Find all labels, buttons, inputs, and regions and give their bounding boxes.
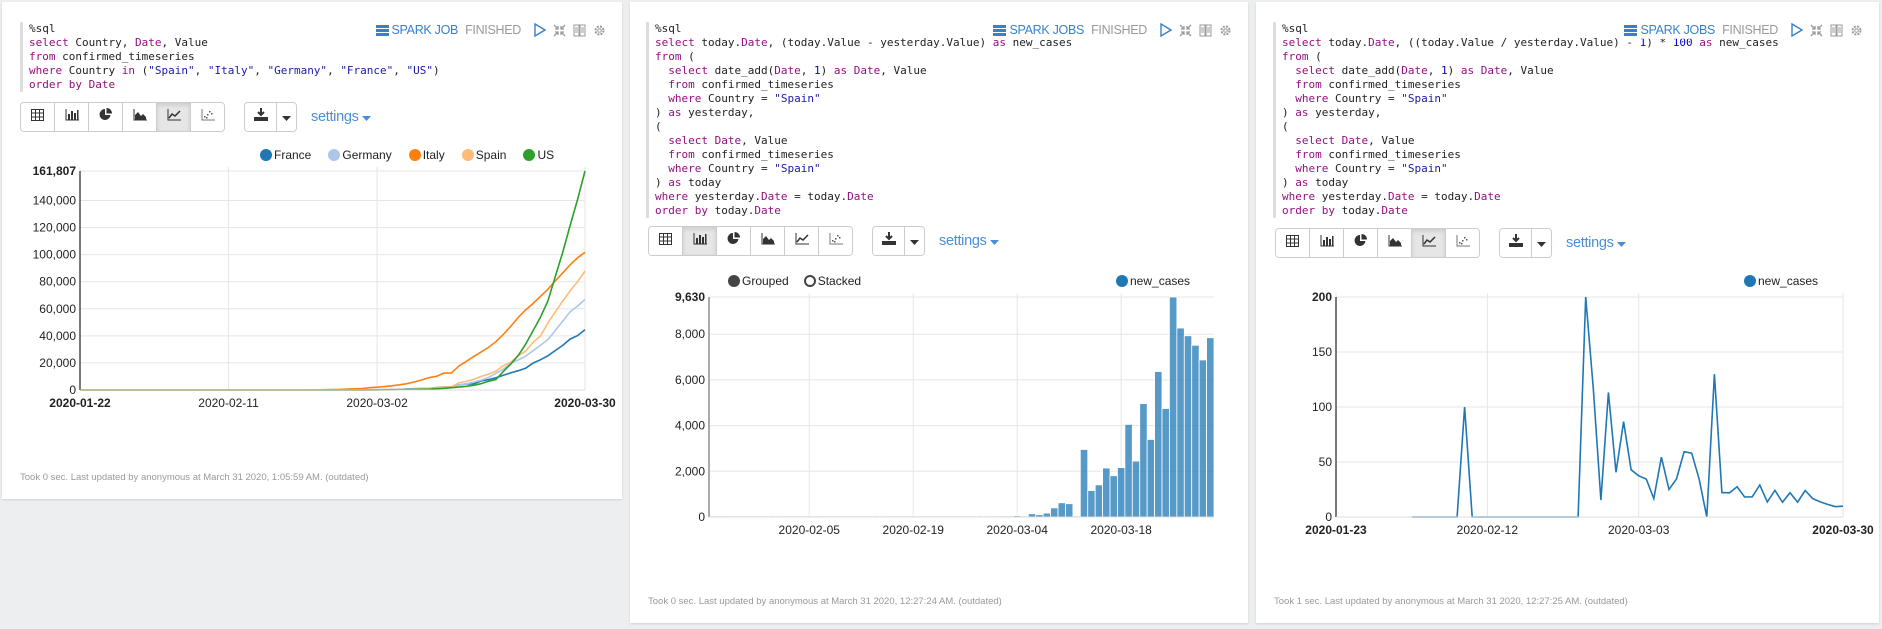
bar	[1131, 460, 1141, 518]
bar	[1057, 502, 1066, 518]
x-tick-label: 2020-03-04	[987, 523, 1049, 537]
bar	[1169, 296, 1178, 518]
bar	[1139, 403, 1148, 518]
series-line-germany	[80, 298, 586, 391]
y-tick-label: 120,000	[33, 221, 77, 235]
bar	[1154, 371, 1163, 518]
y-tick-label: 60,000	[39, 302, 76, 316]
series-line-france	[80, 329, 586, 391]
bar	[1065, 503, 1074, 518]
y-tick-label: 150	[1312, 345, 1332, 359]
y-tick-label: 0	[69, 383, 76, 397]
bar	[1176, 327, 1185, 518]
x-tick-label: 2020-03-30	[554, 396, 616, 410]
x-tick-label: 2020-03-30	[1812, 523, 1874, 537]
confirmed-line-chart: 0 20,000 40,000 60,000 80,000 100,000 120,000 1…	[33, 164, 616, 410]
paragraph-confirmed-by-country: %sql select Country, Date, Value from conf…	[2, 2, 622, 499]
bar	[1109, 475, 1118, 518]
y-tick-label: 40,000	[39, 329, 76, 343]
x-tick-label: 2020-01-23	[1305, 523, 1367, 537]
y-max-label: 161,807	[33, 164, 77, 178]
bar	[1050, 507, 1059, 518]
paragraph-footer: Took 0 sec. Last updated by anonymous at…	[20, 472, 369, 483]
bar	[1198, 359, 1207, 518]
bar	[1102, 467, 1111, 518]
x-tick-label: 2020-02-11	[198, 396, 259, 410]
x-tick-label: 2020-03-02	[346, 396, 408, 410]
paragraph-new-cases-bar: %sql select today.Date, (today.Value - ye…	[630, 2, 1248, 623]
bar	[1117, 467, 1126, 518]
x-tick-label: 2020-01-22	[49, 396, 111, 410]
bar	[1079, 449, 1089, 518]
new-cases-bar-chart: 0 2,000 4,000 6,000 8,000 9,630 2020-02-05 2020…	[675, 290, 1215, 537]
bar	[1094, 484, 1104, 518]
x-tick-label: 2020-02-12	[1457, 523, 1519, 537]
y-tick-label: 20,000	[39, 356, 76, 370]
y-tick-label: 2,000	[675, 464, 705, 478]
y-tick-label: 100	[1312, 400, 1332, 414]
bar	[1161, 408, 1170, 518]
series-line-us	[80, 170, 586, 391]
bar	[1206, 337, 1215, 518]
x-tick-label: 2020-02-05	[779, 523, 841, 537]
bar	[1042, 512, 1052, 518]
bar	[1183, 335, 1193, 518]
x-tick-label: 2020-03-03	[1608, 523, 1670, 537]
y-tick-label: 80,000	[39, 275, 76, 289]
series-line-italy	[80, 251, 586, 391]
y-tick-label: 8,000	[675, 327, 705, 341]
x-tick-label: 2020-02-19	[883, 523, 945, 537]
y-tick-label: 4,000	[675, 419, 705, 433]
y-max-label: 200	[1312, 290, 1332, 304]
y-tick-label: 100,000	[33, 248, 77, 262]
y-max-label: 9,630	[675, 290, 705, 304]
bar	[1087, 490, 1096, 518]
y-tick-label: 50	[1319, 455, 1333, 469]
bar	[1191, 344, 1200, 518]
y-tick-label: 6,000	[675, 373, 705, 387]
paragraph-growth-line: %sql select today.Date, ((today.Value / y…	[1256, 2, 1879, 623]
bar	[1146, 439, 1155, 518]
series-line-spain	[80, 270, 586, 391]
y-tick-label: 0	[698, 510, 705, 524]
bar	[1124, 424, 1133, 518]
y-tick-label: 140,000	[33, 194, 77, 208]
x-tick-label: 2020-03-18	[1090, 523, 1152, 537]
paragraph-footer: Took 1 sec. Last updated by anonymous at…	[1274, 596, 1628, 607]
paragraph-footer: Took 0 sec. Last updated by anonymous at…	[648, 596, 1002, 607]
growth-line-chart: 0 50 100 150 200 2020-01-23 2020-02-12 2020-03-…	[1305, 290, 1874, 537]
y-tick-label: 0	[1325, 510, 1332, 524]
